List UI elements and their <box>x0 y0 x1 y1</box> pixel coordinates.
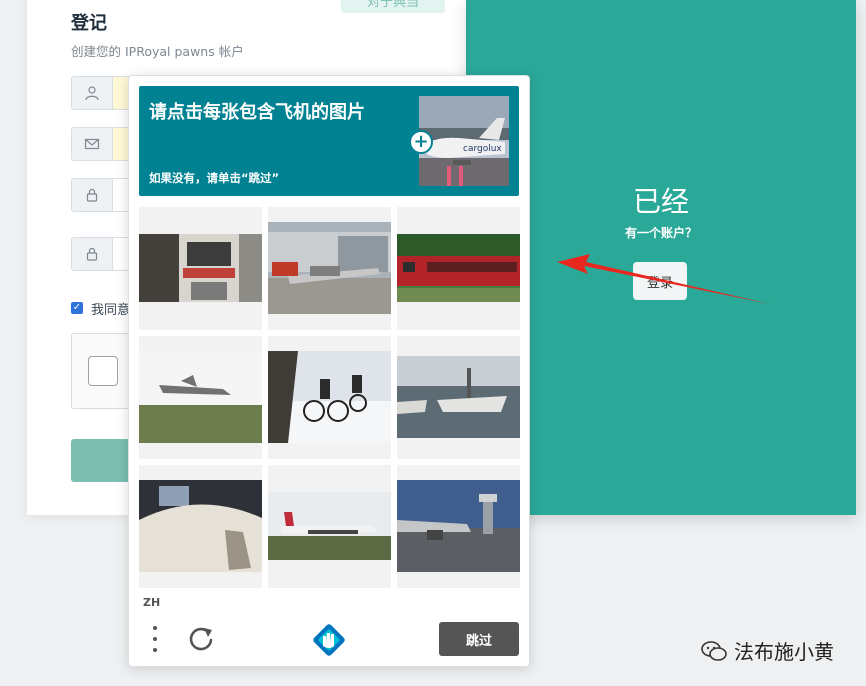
tile-image-propeller-plane <box>268 492 391 560</box>
captcha-tile-8[interactable] <box>268 465 391 588</box>
captcha-challenge: 请点击每张包含飞机的图片 如果没有，请单击“跳过” cargolux + ZH … <box>128 75 530 667</box>
skip-button[interactable]: 跳过 <box>439 622 519 656</box>
captcha-tile-1[interactable] <box>139 207 262 330</box>
captcha-header: 请点击每张包含飞机的图片 如果没有，请单击“跳过” cargolux + <box>139 86 519 196</box>
tile-image-bus <box>139 234 262 302</box>
tile-image-boats <box>397 356 520 438</box>
tile-image-vintage-car <box>139 480 262 572</box>
example-image-logo-text: cargolux <box>463 144 502 154</box>
hcaptcha-logo-icon <box>313 624 345 656</box>
register-subtitle: 创建您的 IPRoyal pawns 帐户 <box>71 44 244 59</box>
tile-image-cyclists <box>268 351 391 443</box>
agree-label: 我同意 <box>91 303 131 318</box>
language-selector[interactable]: ZH <box>143 596 160 609</box>
captcha-hint: 如果没有，请单击“跳过” <box>149 171 280 185</box>
watermark-text: 法布施小黄 <box>734 640 834 664</box>
lock-icon <box>71 178 113 212</box>
about-pawns-button[interactable]: 对于典当 <box>341 0 445 13</box>
captcha-tile-3[interactable] <box>397 207 520 330</box>
plus-icon: + <box>409 130 433 154</box>
register-button[interactable] <box>71 439 131 482</box>
captcha-prompt: 请点击每张包含飞机的图片 <box>149 102 365 123</box>
lock-icon <box>71 237 113 271</box>
watermark: 法布施小黄 <box>700 636 834 665</box>
tile-image-small-plane <box>268 222 391 314</box>
captcha-tile-4[interactable] <box>139 336 262 459</box>
captcha-widget <box>71 333 133 409</box>
captcha-tile-2[interactable] <box>268 207 391 330</box>
captcha-tile-7[interactable] <box>139 465 262 588</box>
envelope-icon <box>71 127 113 161</box>
agree-checkbox[interactable]: ✓ <box>71 302 83 314</box>
tile-image-jet-takeoff <box>139 351 262 443</box>
captcha-tile-9[interactable] <box>397 465 520 588</box>
wechat-icon <box>701 640 727 661</box>
captcha-tile-6[interactable] <box>397 336 520 459</box>
tile-image-airport-tower <box>397 480 520 572</box>
menu-icon[interactable] <box>151 626 159 652</box>
user-icon <box>71 76 113 110</box>
register-title: 登记 <box>71 13 107 34</box>
captcha-tile-5[interactable] <box>268 336 391 459</box>
tile-image-train <box>397 234 520 302</box>
refresh-icon[interactable] <box>187 625 215 653</box>
captcha-checkbox[interactable] <box>88 356 118 386</box>
login-button[interactable]: 登录 <box>633 262 687 300</box>
